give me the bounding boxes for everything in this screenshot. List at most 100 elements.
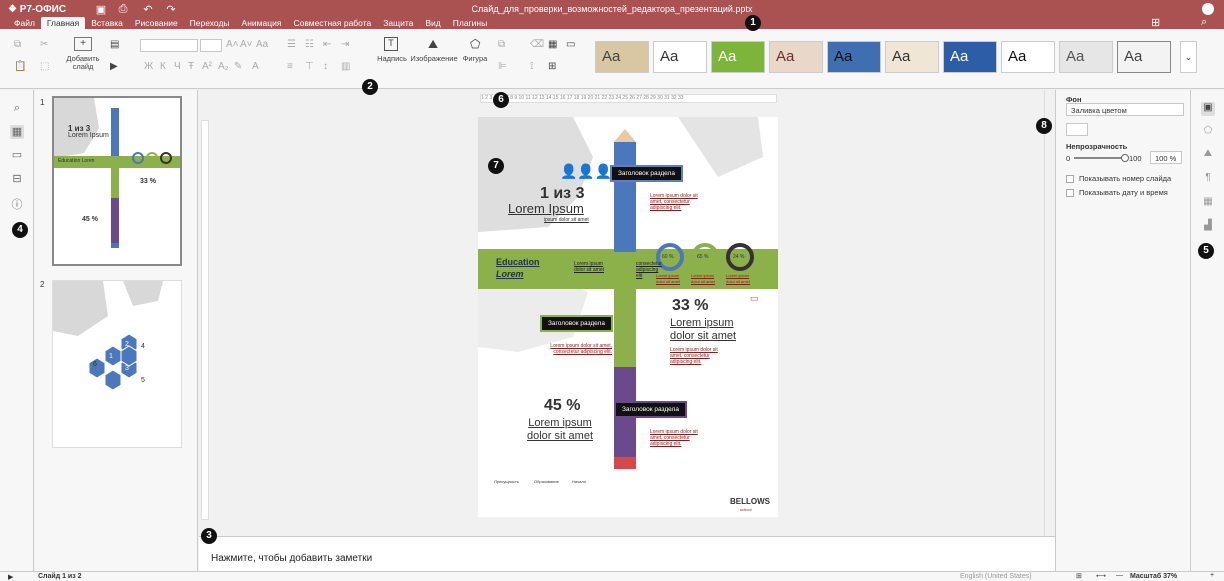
add-slide-button[interactable]: Добавить слайд bbox=[60, 55, 106, 71]
theme-3[interactable]: Aa bbox=[711, 41, 765, 73]
format-painter-icon[interactable]: ⬚ bbox=[40, 61, 49, 72]
slide-layout-icon[interactable]: ▭ bbox=[566, 39, 575, 50]
chart-settings-icon[interactable]: ▟ bbox=[1201, 220, 1215, 234]
shape-icon[interactable]: ⬠ bbox=[470, 37, 480, 51]
notes-area[interactable]: Нажмите, чтобы добавить заметки bbox=[199, 536, 1055, 571]
increase-font-icon[interactable]: A˄ bbox=[226, 39, 239, 50]
slide-thumbnail-2[interactable]: 2 4 6 1 3 5 bbox=[52, 280, 182, 448]
align-icon[interactable]: ≡ bbox=[287, 61, 293, 72]
open-location-icon[interactable]: ⊞ bbox=[1151, 16, 1160, 29]
slide-thumbnail-1[interactable]: 1 из 3 Lorem Ipsum Education Loren 33 % … bbox=[52, 96, 182, 266]
menu-draw[interactable]: Рисование bbox=[129, 17, 184, 29]
indent-decrease-icon[interactable]: ⇤ bbox=[323, 39, 331, 50]
theme-5[interactable]: Aa bbox=[827, 41, 881, 73]
cut-icon[interactable]: ✂ bbox=[40, 39, 48, 50]
subscript-button[interactable]: A₂ bbox=[218, 61, 229, 72]
color-scheme-icon[interactable]: ▦ bbox=[548, 39, 557, 50]
arrange-icon[interactable]: ⧉ bbox=[498, 39, 505, 50]
comments-icon[interactable]: ▭ bbox=[10, 148, 24, 162]
theme-7[interactable]: Aa bbox=[943, 41, 997, 73]
menu-collaboration[interactable]: Совместная работа bbox=[287, 17, 377, 29]
change-case-icon[interactable]: Aa bbox=[256, 39, 268, 50]
textbox-icon[interactable]: T bbox=[384, 37, 398, 51]
menu-transitions[interactable]: Переходы bbox=[184, 17, 236, 29]
paragraph-settings-icon[interactable]: ¶ bbox=[1201, 172, 1215, 186]
theme-10[interactable]: Aa bbox=[1117, 41, 1171, 73]
image-settings-icon[interactable]: ⛰ bbox=[1201, 148, 1215, 162]
menu-home[interactable]: Главная bbox=[40, 17, 86, 29]
fill-color-picker[interactable] bbox=[1066, 123, 1088, 136]
decrease-font-icon[interactable]: A˅ bbox=[240, 39, 253, 50]
superscript-button[interactable]: A² bbox=[202, 61, 212, 72]
search-icon[interactable]: ⌕ bbox=[1201, 16, 1207, 29]
italic-button[interactable]: К bbox=[160, 61, 166, 72]
comment-icon[interactable]: ▭ bbox=[750, 293, 759, 304]
main-slide[interactable]: 👤👤👤 1 из 3 Lorem Ipsum ipsum dolor sit a… bbox=[478, 117, 778, 517]
numbering-icon[interactable]: ☷ bbox=[305, 39, 314, 50]
zoom-out-icon[interactable]: — bbox=[1116, 572, 1123, 579]
slide-settings-icon[interactable]: ▣ bbox=[1201, 102, 1215, 116]
font-color-icon[interactable]: A bbox=[252, 61, 259, 72]
fit-width-icon[interactable]: ⟷ bbox=[1096, 572, 1106, 580]
search-panel-icon[interactable]: ⌕ bbox=[10, 102, 24, 116]
font-family-select[interactable] bbox=[140, 39, 198, 52]
theme-8[interactable]: Aa bbox=[1001, 41, 1055, 73]
layout-icon[interactable]: ▤ bbox=[110, 39, 119, 50]
fit-slide-icon[interactable]: ⊞ bbox=[1076, 572, 1082, 580]
add-slide-icon[interactable]: + bbox=[74, 37, 92, 51]
theme-6[interactable]: Aa bbox=[885, 41, 939, 73]
table-settings-icon[interactable]: ▦ bbox=[1201, 196, 1215, 210]
chat-icon[interactable]: ⊟ bbox=[10, 172, 24, 186]
theme-4[interactable]: Aa bbox=[769, 41, 823, 73]
highlight-icon[interactable]: ✎ bbox=[234, 61, 242, 72]
paste-icon[interactable]: 📋 bbox=[14, 61, 26, 72]
copy-style-icon[interactable]: ⟟ bbox=[530, 61, 534, 72]
vertical-ruler[interactable] bbox=[201, 120, 209, 520]
menu-file[interactable]: Файл bbox=[8, 17, 41, 29]
shape-button[interactable]: Фигура bbox=[460, 54, 490, 63]
menu-protection[interactable]: Защита bbox=[377, 17, 419, 29]
theme-2[interactable]: Aa bbox=[653, 41, 707, 73]
language-selector[interactable]: English (United States) bbox=[960, 573, 1032, 580]
notes-placeholder[interactable]: Нажмите, чтобы добавить заметки bbox=[211, 553, 372, 564]
canvas-scrollbar[interactable] bbox=[1044, 90, 1055, 536]
horizontal-ruler[interactable]: 1 2 3 4 5 6 7 8 9 10 11 12 13 14 15 16 1… bbox=[480, 94, 777, 103]
callout-marker-2: 2 bbox=[362, 79, 378, 95]
line-spacing-icon[interactable]: ↕ bbox=[323, 61, 328, 72]
image-icon[interactable]: ⛰ bbox=[428, 37, 438, 52]
slide-theme-icon[interactable]: ⊞ bbox=[548, 61, 556, 72]
slides-panel-icon[interactable]: ▦ bbox=[10, 125, 24, 139]
underline-button[interactable]: Ч bbox=[174, 61, 181, 72]
opacity-slider[interactable] bbox=[1074, 157, 1124, 159]
theme-more-button[interactable]: ⌄ bbox=[1180, 41, 1197, 73]
show-date-checkbox[interactable]: Показывать дату и время bbox=[1066, 188, 1168, 197]
avatar[interactable] bbox=[1202, 3, 1214, 15]
columns-icon[interactable]: ▥ bbox=[341, 61, 350, 72]
clear-style-icon[interactable]: ⌫ bbox=[530, 39, 544, 50]
show-slide-number-checkbox[interactable]: Показывать номер слайда bbox=[1066, 174, 1171, 183]
zoom-in-icon[interactable]: + bbox=[1210, 572, 1214, 579]
theme-1[interactable]: Aa bbox=[595, 41, 649, 73]
strikethrough-button[interactable]: Ŧ bbox=[188, 61, 194, 72]
align-shape-icon[interactable]: ⊫ bbox=[498, 61, 507, 72]
menu-plugins[interactable]: Плагины bbox=[447, 17, 493, 29]
shape-settings-icon[interactable]: ⬠ bbox=[1201, 125, 1215, 139]
valign-icon[interactable]: ⊤ bbox=[305, 61, 314, 72]
fill-type-select[interactable]: Заливка цветом bbox=[1066, 103, 1184, 116]
indent-increase-icon[interactable]: ⇥ bbox=[341, 39, 349, 50]
textbox-button[interactable]: Надпись bbox=[374, 54, 410, 63]
menu-insert[interactable]: Вставка bbox=[85, 17, 129, 29]
play-icon[interactable]: ▶ bbox=[8, 573, 13, 581]
about-icon[interactable]: ⓘ bbox=[10, 196, 24, 211]
menu-view[interactable]: Вид bbox=[419, 17, 446, 29]
opacity-slider-thumb[interactable] bbox=[1121, 154, 1129, 162]
menu-animation[interactable]: Анимация bbox=[236, 17, 288, 29]
opacity-input[interactable]: 100 % bbox=[1150, 151, 1182, 164]
slide-size-icon[interactable]: ▶ bbox=[110, 61, 118, 72]
bullets-icon[interactable]: ☰ bbox=[287, 39, 296, 50]
bold-button[interactable]: Ж bbox=[144, 61, 153, 72]
copy-icon[interactable]: ⧉ bbox=[14, 39, 21, 50]
image-button[interactable]: Изображение bbox=[408, 54, 460, 63]
theme-9[interactable]: Aa bbox=[1059, 41, 1113, 73]
font-size-select[interactable] bbox=[200, 39, 222, 52]
